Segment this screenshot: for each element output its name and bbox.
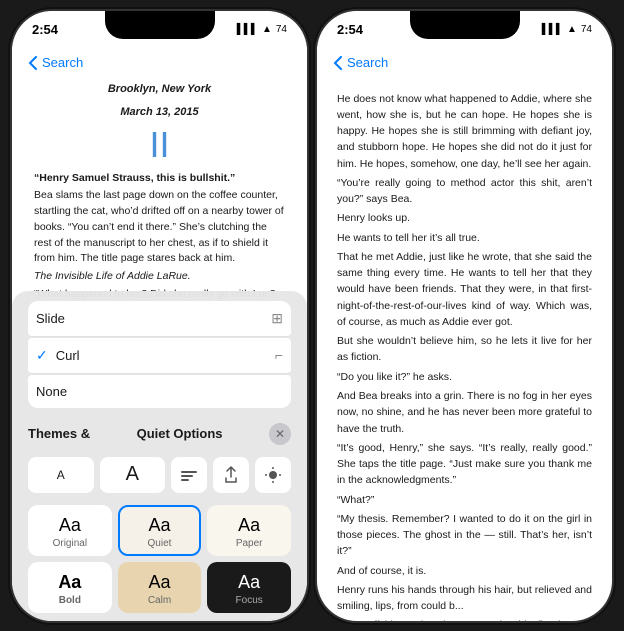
right-back-button[interactable]: Search — [333, 55, 388, 70]
curl-check: ✓ — [36, 347, 48, 364]
theme-focus-name: Focus — [236, 595, 263, 606]
right-para-13: ...pay off his student loans, travel a b… — [337, 617, 592, 620]
brightness-btn[interactable] — [255, 457, 291, 493]
battery-icon: 74 — [276, 24, 287, 35]
book-para-1: Bea slams the last page down on the coff… — [34, 188, 285, 267]
share-icon — [224, 466, 238, 484]
theme-paper-aa: Aa — [238, 515, 260, 536]
close-button[interactable]: ✕ — [269, 423, 291, 445]
share-btn[interactable] — [213, 457, 249, 493]
none-label: None — [36, 384, 67, 399]
back-label: Search — [42, 55, 83, 70]
back-chevron-icon — [28, 56, 38, 70]
right-book-content: He does not know what happened to Addie,… — [317, 81, 612, 621]
theme-quiet[interactable]: Aa Quiet — [118, 505, 202, 556]
font-decrease-btn[interactable]: A — [28, 457, 94, 493]
font-increase-btn[interactable]: A — [100, 457, 166, 493]
themes-header: Themes & Quiet Options ✕ — [12, 415, 307, 449]
right-para-1: “You’re really going to method actor thi… — [337, 175, 592, 208]
right-back-chevron-icon — [333, 56, 343, 70]
left-status-time: 2:54 — [32, 22, 58, 37]
right-signal-icon: ▌▌▌ — [542, 24, 563, 35]
scroll-option-slide[interactable]: Slide ⊞ — [28, 301, 291, 337]
font-controls: A A — [12, 449, 307, 501]
book-chapter: II — [34, 127, 285, 163]
right-para-3: He wants to tell her it’s all true. — [337, 230, 592, 246]
right-phone: 2:54 ▌▌▌ ▲ 74 Search He does not know wh… — [317, 11, 612, 621]
slide-icon: ⊞ — [271, 310, 283, 327]
right-para-11: And of course, it is. — [337, 563, 592, 579]
right-para-4: That he met Addie, just like he wrote, t… — [337, 249, 592, 330]
left-nav-bar: Search — [12, 45, 307, 81]
right-para-8: “It’s good, Henry,” she says. “It’s real… — [337, 440, 592, 489]
right-wifi-icon: ▲ — [567, 24, 577, 35]
left-phone: 2:54 ▌▌▌ ▲ 74 Search Brooklyn, New York … — [12, 11, 307, 621]
theme-original[interactable]: Aa Original — [28, 505, 112, 556]
book-para-2: The Invisible Life of Addie LaRue. — [34, 269, 285, 285]
wifi-icon: ▲ — [262, 24, 272, 35]
brightness-icon — [264, 466, 282, 484]
font-type-btn[interactable] — [171, 457, 207, 493]
scroll-options: Slide ⊞ ✓ Curl ⌐ None — [12, 291, 307, 415]
theme-original-name: Original — [53, 538, 87, 549]
theme-focus[interactable]: Aa Focus — [207, 562, 291, 613]
theme-paper[interactable]: Aa Paper — [207, 505, 291, 556]
curl-label: Curl — [56, 348, 80, 363]
right-notch — [410, 11, 520, 39]
scroll-option-none[interactable]: None — [28, 375, 291, 408]
right-para-10: “My thesis. Remember? I wanted to do it … — [337, 511, 592, 560]
panel-overlay: Slide ⊞ ✓ Curl ⌐ None — [12, 291, 307, 621]
theme-quiet-name: Quiet — [148, 538, 172, 549]
book-date: March 13, 2015 — [34, 104, 285, 121]
scroll-option-curl[interactable]: ✓ Curl ⌐ — [28, 338, 291, 374]
theme-calm[interactable]: Aa Calm — [118, 562, 202, 613]
left-status-icons: ▌▌▌ ▲ 74 — [237, 24, 287, 35]
right-para-7: And Bea breaks into a grin. There is no … — [337, 388, 592, 437]
right-status-icons: ▌▌▌ ▲ 74 — [542, 24, 592, 35]
curl-icon: ⌐ — [275, 347, 283, 363]
signal-icon: ▌▌▌ — [237, 24, 258, 35]
right-status-time: 2:54 — [337, 22, 363, 37]
theme-bold-name: Bold — [59, 595, 81, 606]
fonts-icon — [179, 467, 199, 483]
notch — [105, 11, 215, 39]
scroll-option-list: Slide ⊞ ✓ Curl ⌐ None — [28, 301, 291, 409]
back-button[interactable]: Search — [28, 55, 83, 70]
right-nav-bar: Search — [317, 45, 612, 81]
book-location: Brooklyn, New York — [34, 81, 285, 98]
theme-calm-aa: Aa — [148, 572, 170, 593]
right-para-9: “What?” — [337, 492, 592, 508]
theme-original-aa: Aa — [59, 515, 81, 536]
slide-label: Slide — [36, 311, 65, 326]
quiet-options-title: Quiet Options — [137, 426, 223, 441]
right-battery-icon: 74 — [581, 24, 592, 35]
right-para-12: Henry runs his hands through his hair, b… — [337, 582, 592, 615]
phones-container: 2:54 ▌▌▌ ▲ 74 Search Brooklyn, New York … — [12, 11, 612, 621]
theme-paper-name: Paper — [236, 538, 263, 549]
right-back-label: Search — [347, 55, 388, 70]
themes-grid: Aa Original Aa Quiet Aa Paper Aa Bold — [12, 501, 307, 621]
themes-title: Themes & — [28, 426, 90, 441]
theme-calm-name: Calm — [148, 595, 171, 606]
right-para-5: But she wouldn’t believe him, so he lets… — [337, 333, 592, 366]
curl-inner: ✓ Curl — [36, 347, 80, 364]
theme-focus-aa: Aa — [238, 572, 260, 593]
right-para-2: Henry looks up. — [337, 210, 592, 226]
theme-bold-aa: Aa — [58, 572, 81, 593]
book-para-0: “Henry Samuel Strauss, this is bullshit.… — [34, 171, 285, 187]
theme-bold[interactable]: Aa Bold — [28, 562, 112, 613]
theme-quiet-aa: Aa — [148, 515, 170, 536]
right-para-6: “Do you like it?” he asks. — [337, 369, 592, 385]
right-para-0: He does not know what happened to Addie,… — [337, 91, 592, 172]
